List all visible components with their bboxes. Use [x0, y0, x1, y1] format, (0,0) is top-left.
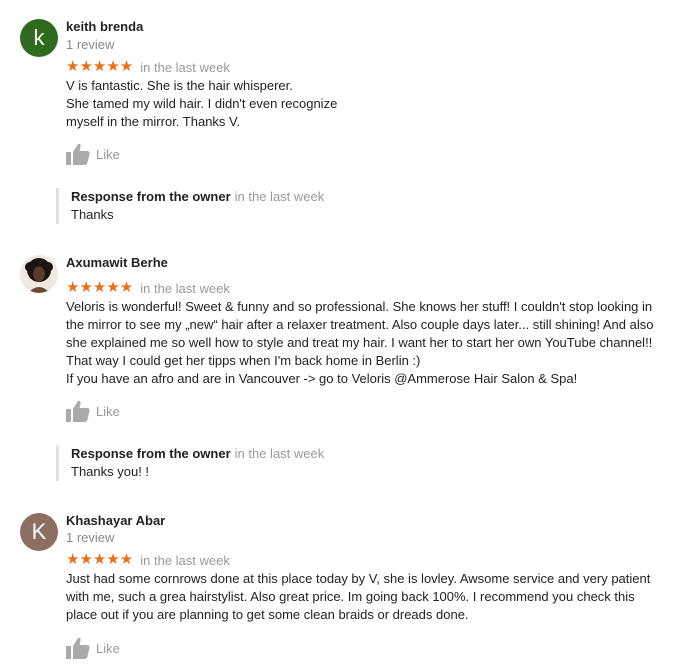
- star-rating: ★★★★★: [66, 551, 134, 568]
- response-text: Thanks: [71, 207, 114, 222]
- like-label: Like: [96, 640, 120, 656]
- reviewer-name[interactable]: keith brenda: [66, 19, 143, 34]
- response-title: Response from the owner: [71, 446, 231, 461]
- like-label: Like: [96, 146, 120, 162]
- like-label: Like: [96, 403, 120, 419]
- review-text-line: with me, such a grea hairstylist. Also g…: [66, 589, 635, 604]
- review-text-line: That way I could get her tipps when I'm …: [66, 353, 421, 368]
- like-button[interactable]: Like: [66, 143, 120, 165]
- review-text-line: myself in the mirror. Thanks V.: [66, 114, 241, 129]
- profile-photo-icon: [20, 255, 58, 293]
- review-text-line: Veloris is wonderful! Sweet & funny and …: [66, 299, 653, 314]
- owner-response: Response from the owner in the last week …: [56, 445, 651, 481]
- review-date: in the last week: [140, 280, 230, 296]
- response-header: Response from the owner in the last week: [71, 188, 651, 206]
- avatar[interactable]: K: [20, 513, 58, 551]
- response-date: in the last week: [234, 189, 325, 204]
- review-date: in the last week: [140, 59, 230, 75]
- review-text-line: If you have an afro and are in Vancouver…: [66, 371, 578, 386]
- review-count: 1 review: [66, 37, 115, 52]
- review-text-line: She tamed my wild hair. I didn't even re…: [66, 96, 338, 111]
- review-text: Veloris is wonderful! Sweet & funny and …: [66, 298, 666, 388]
- response-text: Thanks you! !: [71, 464, 150, 479]
- response-title: Response from the owner: [71, 189, 231, 204]
- avatar[interactable]: k: [20, 19, 58, 57]
- owner-response: Response from the owner in the last week …: [56, 188, 651, 224]
- reviewer-name[interactable]: Axumawit Berhe: [66, 255, 168, 270]
- like-button[interactable]: Like: [66, 637, 120, 659]
- like-button[interactable]: Like: [66, 400, 120, 422]
- review-count: 1 review: [66, 530, 115, 545]
- star-rating: ★★★★★: [66, 58, 134, 75]
- review-text: Just had some cornrows done at this plac…: [66, 570, 666, 624]
- review-text-line: Just had some cornrows done at this plac…: [66, 571, 651, 586]
- review-text-line: V is fantastic. She is the hair whispere…: [66, 78, 293, 93]
- response-header: Response from the owner in the last week: [71, 445, 651, 463]
- rating-row: ★★★★★ in the last week: [66, 552, 230, 568]
- response-date: in the last week: [234, 446, 325, 461]
- review-text-line: she explained me so well how to style an…: [66, 335, 653, 350]
- star-rating: ★★★★★: [66, 279, 134, 296]
- review-text-line: the mirror to see my „new“ hair after a …: [66, 317, 654, 332]
- review-text: V is fantastic. She is the hair whispere…: [66, 77, 666, 131]
- review-text-line: place out if you are planning to get som…: [66, 607, 469, 622]
- rating-row: ★★★★★ in the last week: [66, 280, 230, 296]
- rating-row: ★★★★★ in the last week: [66, 59, 230, 75]
- review-date: in the last week: [140, 552, 230, 568]
- thumbs-up-icon: [66, 400, 90, 422]
- thumbs-up-icon: [66, 143, 90, 165]
- thumbs-up-icon: [66, 637, 90, 659]
- reviewer-name[interactable]: Khashayar Abar: [66, 513, 165, 528]
- avatar[interactable]: [20, 255, 58, 293]
